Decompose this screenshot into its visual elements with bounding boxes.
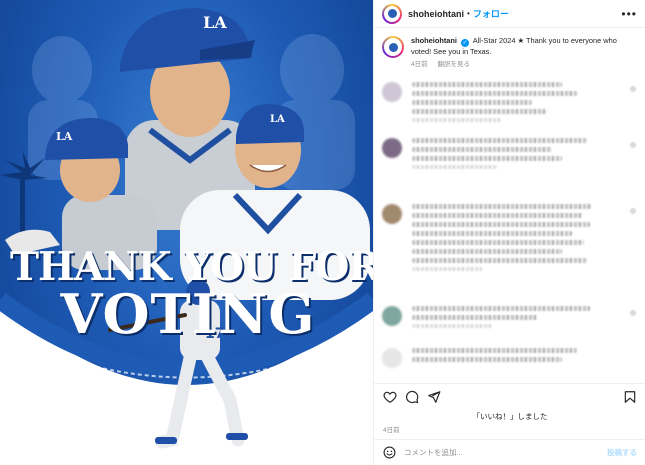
header-username[interactable]: shoheiohtani — [408, 9, 464, 19]
avatar[interactable] — [382, 138, 402, 158]
comment-input[interactable] — [404, 448, 607, 457]
avatar[interactable] — [382, 82, 402, 102]
translate-link[interactable]: 翻訳を見る — [437, 61, 470, 68]
post-header: shoheiohtani • フォロー ••• — [374, 0, 645, 28]
follow-button[interactable]: フォロー — [473, 7, 509, 20]
svg-text:LA: LA — [203, 13, 227, 32]
post-image[interactable]: LA LA LA 17 THANK YOU FOR VOTING — [0, 0, 373, 465]
post-action-bar — [374, 383, 645, 409]
comment-like-icon[interactable] — [630, 208, 636, 214]
send-icon[interactable] — [427, 390, 441, 404]
svg-text:LA: LA — [270, 114, 285, 125]
caption-avatar[interactable] — [382, 36, 404, 58]
heart-icon[interactable] — [383, 390, 397, 404]
blurred-comment-text — [412, 348, 638, 368]
likes-summary[interactable]: 「いいね！」しました — [374, 411, 645, 422]
comment-like-icon[interactable] — [630, 142, 636, 148]
add-comment-bar: 投稿する — [374, 439, 645, 465]
list-item — [374, 306, 645, 332]
avatar[interactable] — [382, 3, 402, 24]
poster-headline-line2: VOTING — [60, 282, 316, 346]
blurred-comment-text — [412, 306, 638, 332]
avatar[interactable] — [382, 204, 402, 224]
more-options-icon[interactable]: ••• — [621, 7, 637, 21]
avatar[interactable] — [382, 306, 402, 326]
comment-like-icon[interactable] — [630, 86, 636, 92]
avatar[interactable] — [382, 348, 402, 368]
verified-badge-icon: ✓ — [461, 39, 470, 47]
list-item — [374, 348, 645, 368]
post-side-panel: shoheiohtani • フォロー ••• shoheiohtani ✓ A… — [373, 0, 645, 465]
post-date[interactable]: 4日前 — [383, 424, 400, 434]
svg-text:LA: LA — [56, 130, 73, 143]
post-comment-button[interactable]: 投稿する — [607, 447, 637, 458]
caption-time[interactable]: 4日前 — [411, 61, 428, 68]
post-caption: shoheiohtani ✓ All-Star 2024 ★ Thank you… — [374, 28, 645, 70]
list-item — [374, 82, 645, 126]
caption-username[interactable]: shoheiohtani — [411, 36, 457, 45]
header-separator: • — [467, 9, 470, 18]
poster-artwork: LA LA LA 17 — [0, 8, 373, 465]
bookmark-icon[interactable] — [623, 390, 637, 404]
comment-icon[interactable] — [405, 390, 419, 404]
comment-like-icon[interactable] — [630, 310, 636, 316]
smiley-icon[interactable] — [383, 446, 396, 459]
blurred-comment-text — [412, 82, 638, 126]
blurred-comment-text — [412, 138, 638, 173]
list-item — [374, 138, 645, 173]
list-item — [374, 204, 645, 275]
blurred-comment-text — [412, 204, 638, 275]
